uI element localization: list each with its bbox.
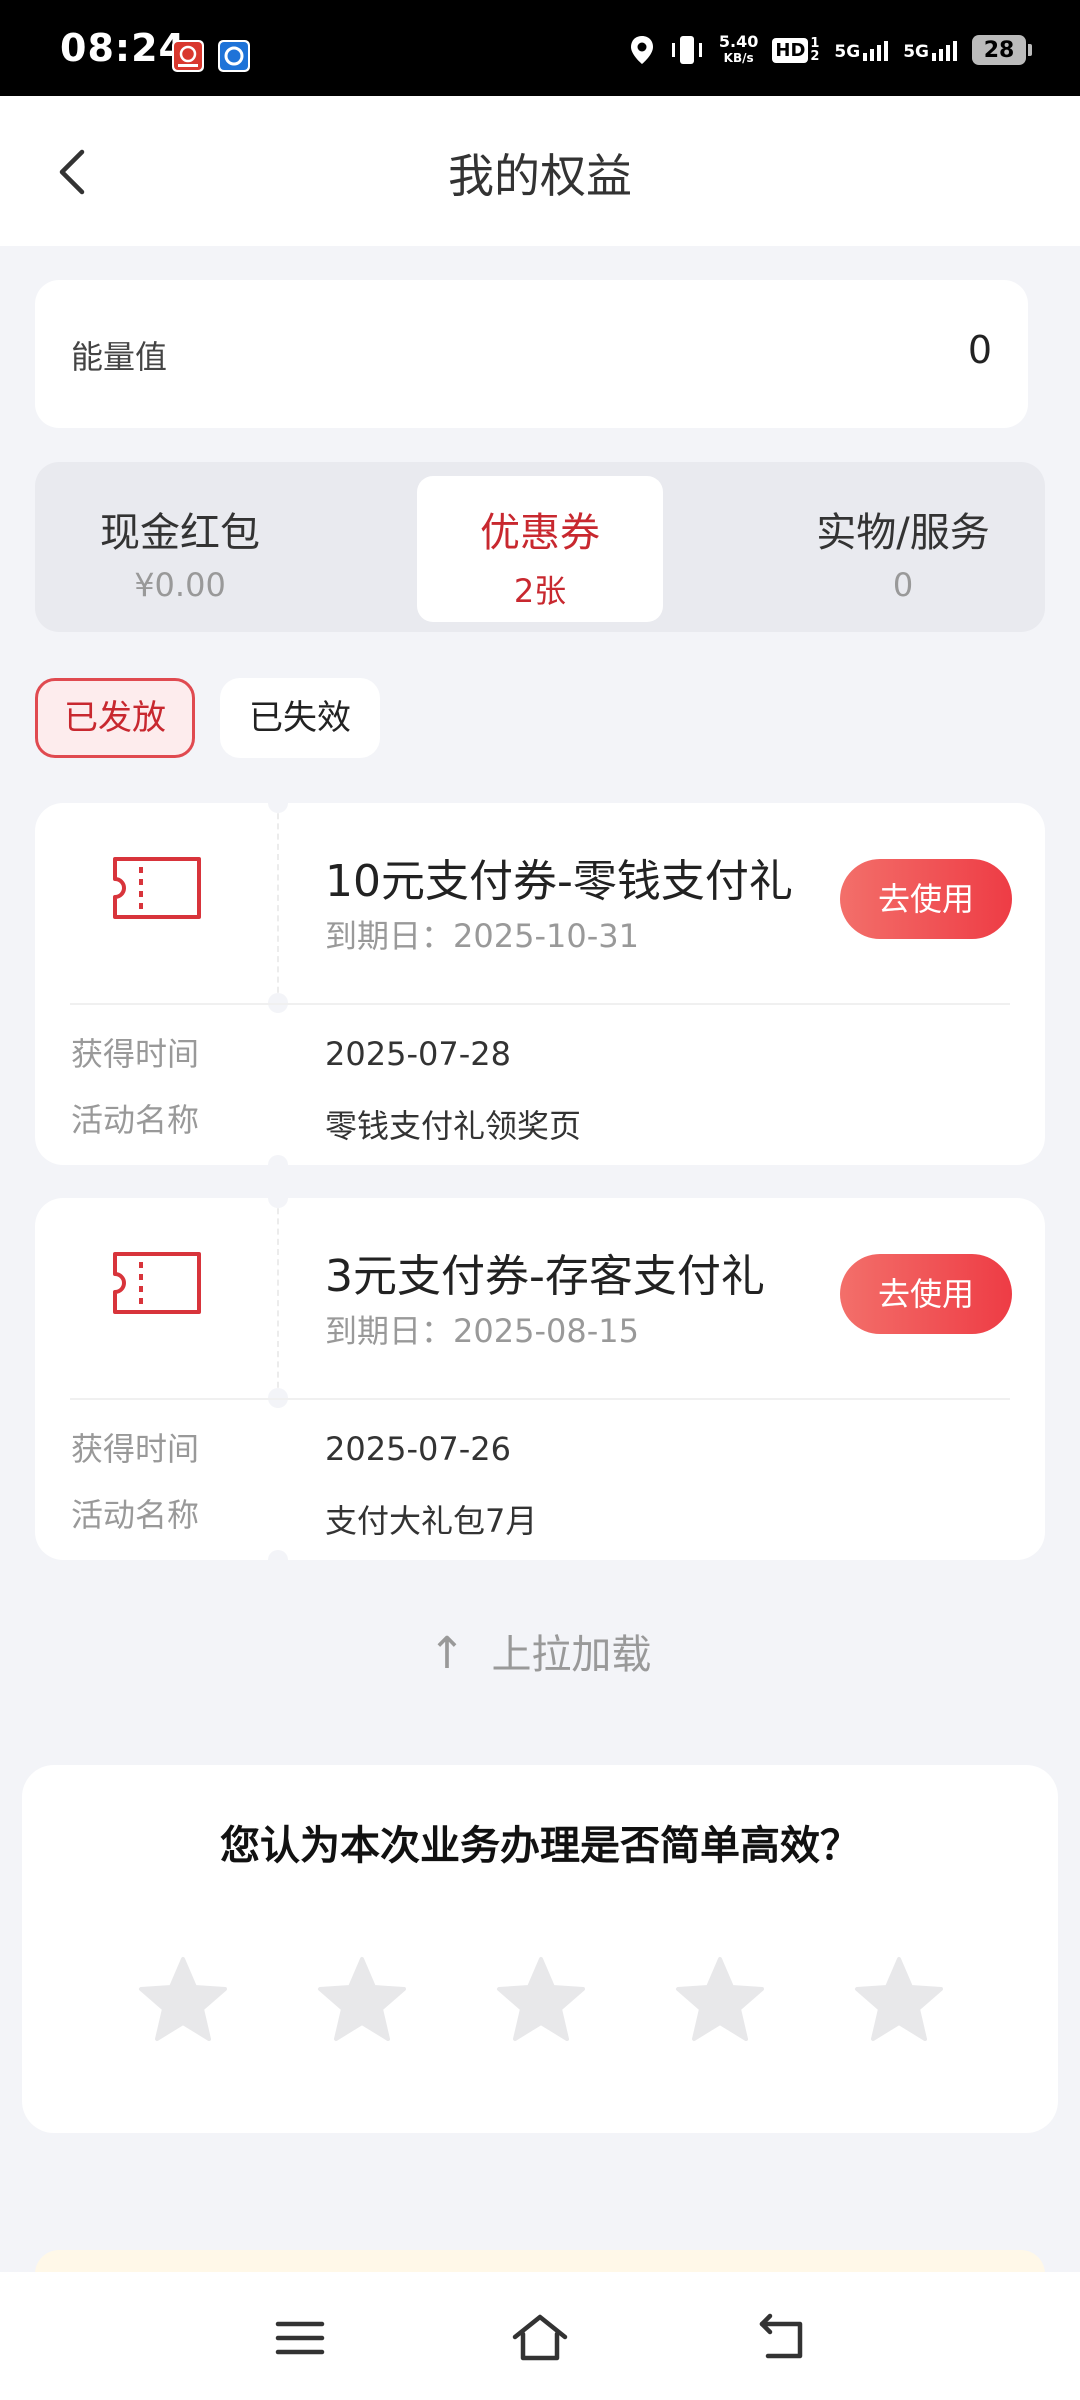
coupon-notch [268, 1198, 288, 1208]
star-icon-2[interactable] [316, 1955, 408, 2043]
tab-physical-services[interactable]: 实物/服务 0 [780, 476, 1026, 622]
benefit-type-tabs: 现金红包 ¥0.00 优惠券 2张 实物/服务 0 [35, 462, 1045, 632]
use-coupon-button[interactable]: 去使用 [840, 1254, 1012, 1334]
coupon-expiry: 到期日：2025-08-15 [325, 1312, 639, 1350]
status-time: 08:24 [60, 26, 186, 70]
back-nav-icon[interactable] [750, 2310, 810, 2366]
coupon-expiry: 到期日：2025-10-31 [325, 917, 639, 955]
activity-name-value: 支付大礼包7月 [325, 1502, 538, 1540]
app-notification-icon-2 [218, 40, 250, 72]
battery-icon: 28 [972, 35, 1032, 65]
vibrate-icon [671, 36, 702, 64]
activity-name-label: 活动名称 [71, 1101, 200, 1139]
energy-value: 0 [967, 328, 992, 372]
coupon-notch [268, 1155, 288, 1165]
obtained-time-value: 2025-07-28 [325, 1035, 511, 1073]
signal-5g-2: 5G [903, 39, 958, 61]
app-notification-icon [172, 40, 204, 72]
signal-5g-1: 5G [834, 39, 889, 61]
star-icon-1[interactable] [137, 1955, 229, 2043]
ticket-icon [113, 857, 201, 919]
arrow-up-icon: ↑ [428, 1628, 466, 1679]
coupon-card: 10元支付券-零钱支付礼 到期日：2025-10-31 去使用 获得时间 202… [35, 803, 1045, 1165]
star-icon-5[interactable] [853, 1955, 945, 2043]
star-icon-4[interactable] [674, 1955, 766, 2043]
survey-question: 您认为本次业务办理是否简单高效？ [220, 1823, 860, 1869]
coupon-divider [277, 803, 279, 1003]
star-icon-3[interactable] [495, 1955, 587, 2043]
activity-name-value: 零钱支付礼领奖页 [325, 1107, 582, 1145]
location-icon [630, 36, 653, 64]
coupon-title: 10元支付券-零钱支付礼 [325, 856, 793, 907]
hd-indicator: HD 1 2 [772, 37, 820, 63]
tab-coupons[interactable]: 优惠券 2张 [417, 476, 663, 622]
tab-cash-red-packet[interactable]: 现金红包 ¥0.00 [57, 476, 303, 622]
coupon-separator [70, 1398, 1010, 1400]
coupon-title: 3元支付券-存客支付礼 [325, 1251, 765, 1302]
use-coupon-button[interactable]: 去使用 [840, 859, 1012, 939]
pull-up-load-more: ↑ 上拉加载 [0, 1622, 1080, 1680]
energy-card: 能量值 0 [35, 280, 1028, 428]
coupon-card: 3元支付券-存客支付礼 到期日：2025-08-15 去使用 获得时间 2025… [35, 1198, 1045, 1560]
home-icon[interactable] [510, 2310, 570, 2366]
obtained-time-label: 获得时间 [71, 1035, 200, 1073]
page-title: 我的权益 [448, 149, 632, 203]
coupon-separator [70, 1003, 1010, 1005]
status-icons: 5.40 KB/s HD 1 2 5G 5G 28 [629, 30, 1032, 70]
nav-header: 我的权益 [0, 96, 1080, 246]
activity-name-label: 活动名称 [71, 1496, 200, 1534]
survey-card: 您认为本次业务办理是否简单高效？ [22, 1765, 1058, 2133]
coupon-divider [277, 1198, 279, 1398]
ticket-icon [113, 1252, 201, 1314]
status-bar: 08:24 5.40 KB/s HD 1 2 5G 5G 28 [0, 0, 1080, 96]
net-speed: 5.40 KB/s [718, 32, 759, 66]
load-more-label: 上拉加载 [491, 1632, 652, 1678]
obtained-time-value: 2025-07-26 [325, 1430, 511, 1468]
energy-label: 能量值 [71, 338, 168, 376]
coupon-notch [268, 1550, 288, 1560]
filter-expired[interactable]: 已失效 [220, 678, 380, 758]
coupon-notch [268, 803, 288, 813]
star-rating [137, 1955, 947, 2055]
obtained-time-label: 获得时间 [71, 1430, 200, 1468]
filter-issued[interactable]: 已发放 [35, 678, 195, 758]
menu-icon[interactable] [270, 2310, 330, 2366]
system-navigation-bar [0, 2272, 1080, 2400]
